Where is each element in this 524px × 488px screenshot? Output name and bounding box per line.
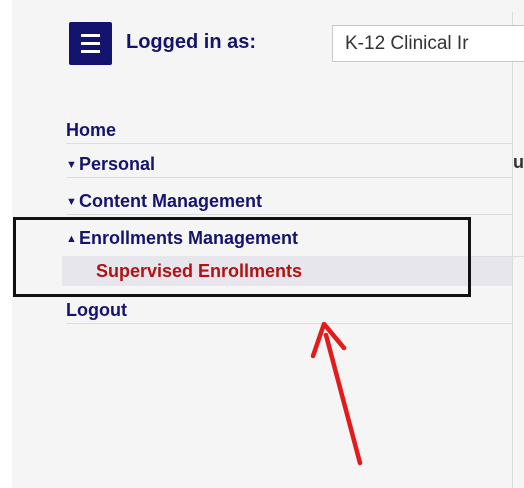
nav-item-home[interactable]: Home [66,117,512,144]
content-divider [512,12,513,488]
nav-item-personal[interactable]: ▼ Personal [66,151,512,178]
nav-item-label: Home [66,120,117,140]
annotation-highlight-box [13,217,471,297]
user-role-select[interactable]: K-12 Clinical Ir [332,25,524,62]
divider [470,256,524,257]
nav-item-label: Logout [66,300,127,320]
nav-item-label: Personal [79,154,156,174]
logged-in-label: Logged in as: [126,31,256,53]
nav-item-logout[interactable]: Logout [66,297,512,324]
main-heading-partial: u [513,152,524,172]
nav-item-content-management[interactable]: ▼ Content Management [66,188,512,215]
hamburger-menu-icon[interactable] [69,22,112,65]
nav-item-label: Content Management [79,191,263,211]
menu-bar-line [81,50,100,53]
caret-down-icon: ▼ [66,159,77,171]
menu-bar-line [81,42,100,45]
caret-down-icon: ▼ [66,196,77,208]
menu-bar-line [81,34,100,37]
